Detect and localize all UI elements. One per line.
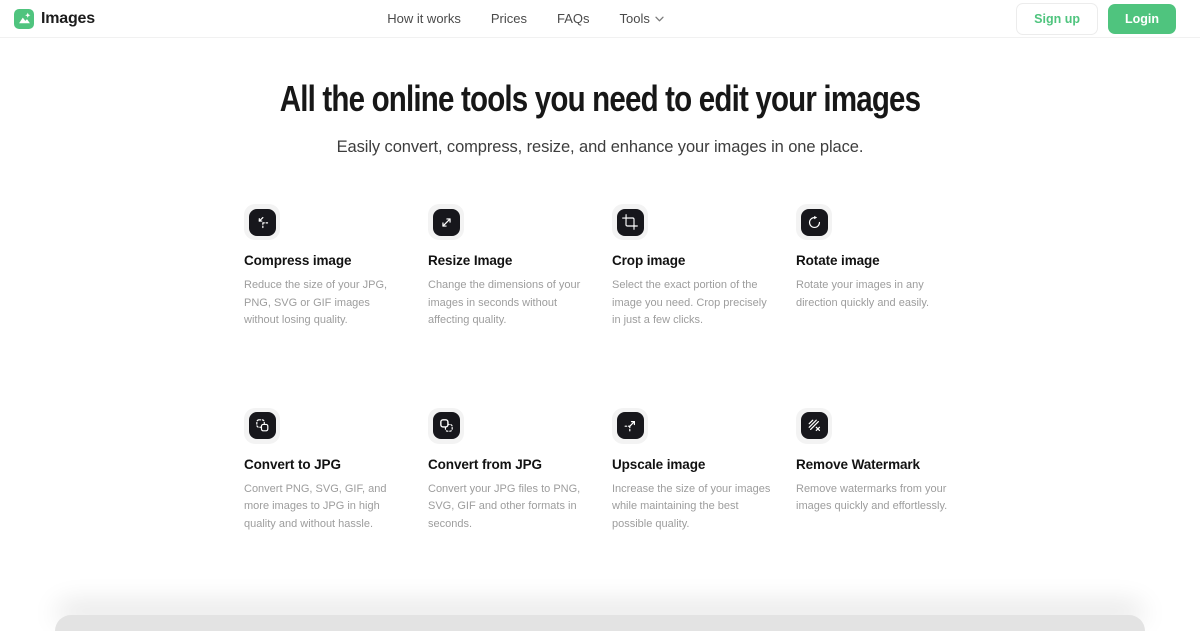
tool-card-title: Remove Watermark: [796, 457, 956, 472]
convert-to-jpg-icon: [249, 412, 276, 439]
top-navigation-bar: Images How it works Prices FAQs Tools Si…: [0, 0, 1200, 38]
tool-card[interactable]: Compress image Reduce the size of your J…: [244, 204, 404, 330]
chevron-down-icon: [655, 16, 664, 22]
images-logo-icon: [14, 9, 34, 29]
tool-card[interactable]: Convert to JPG Convert PNG, SVG, GIF, an…: [244, 408, 404, 534]
tool-card-title: Convert from JPG: [428, 457, 588, 472]
tool-card[interactable]: Convert from JPG Convert your JPG files …: [428, 408, 588, 534]
header-actions: Sign up Login: [1016, 3, 1176, 35]
tool-card[interactable]: Crop image Select the exact portion of t…: [612, 204, 772, 330]
tool-card-description: Reduce the size of your JPG, PNG, SVG or…: [244, 277, 404, 330]
remove-watermark-icon: [801, 412, 828, 439]
tool-card[interactable]: Rotate image Rotate your images in any d…: [796, 204, 956, 330]
tool-card-description: Change the dimensions of your images in …: [428, 277, 588, 330]
main-nav: How it works Prices FAQs Tools: [387, 11, 724, 26]
tool-card[interactable]: Resize Image Change the dimensions of yo…: [428, 204, 588, 330]
tool-card-title: Compress image: [244, 253, 404, 268]
tool-card-description: Rotate your images in any direction quic…: [796, 277, 956, 312]
tool-card-description: Increase the size of your images while m…: [612, 481, 772, 534]
logo[interactable]: Images: [14, 9, 95, 29]
nav-how-it-works[interactable]: How it works: [387, 11, 461, 26]
tool-card-description: Remove watermarks from your images quick…: [796, 481, 956, 516]
nav-faqs[interactable]: FAQs: [557, 11, 590, 26]
tool-card-title: Crop image: [612, 253, 772, 268]
login-button[interactable]: Login: [1108, 4, 1176, 34]
resize-icon: [433, 209, 460, 236]
tool-card[interactable]: Upscale image Increase the size of your …: [612, 408, 772, 534]
nav-prices[interactable]: Prices: [491, 11, 527, 26]
tool-card-description: Convert PNG, SVG, GIF, and more images t…: [244, 481, 404, 534]
rotate-icon: [801, 209, 828, 236]
convert-from-jpg-icon: [433, 412, 460, 439]
logo-text: Images: [41, 10, 95, 28]
sign-up-button[interactable]: Sign up: [1016, 3, 1098, 35]
upscale-icon: [617, 412, 644, 439]
tool-card-description: Select the exact portion of the image yo…: [612, 277, 772, 330]
tools-grid: Compress image Reduce the size of your J…: [244, 204, 956, 534]
footer-section-top-edge: [55, 615, 1145, 631]
tool-card-title: Rotate image: [796, 253, 956, 268]
tool-card[interactable]: Remove Watermark Remove watermarks from …: [796, 408, 956, 534]
nav-tools-dropdown[interactable]: Tools: [620, 11, 664, 26]
page-subtitle: Easily convert, compress, resize, and en…: [0, 138, 1200, 157]
crop-icon: [617, 209, 644, 236]
compress-icon: [249, 209, 276, 236]
hero-section: All the online tools you need to edit yo…: [0, 38, 1200, 157]
tool-card-title: Resize Image: [428, 253, 588, 268]
page-title: All the online tools you need to edit yo…: [108, 78, 1092, 120]
tool-card-title: Convert to JPG: [244, 457, 404, 472]
tool-card-title: Upscale image: [612, 457, 772, 472]
tool-card-description: Convert your JPG files to PNG, SVG, GIF …: [428, 481, 588, 534]
